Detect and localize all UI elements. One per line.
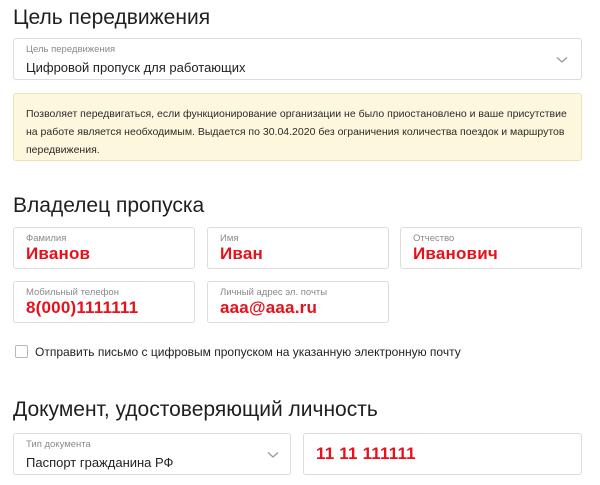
purpose-section-title: Цель передвижения (13, 6, 211, 29)
purpose-select[interactable]: Цель передвижения Цифровой пропуск для р… (13, 38, 582, 80)
email-value: aaa@aaa.ru (220, 298, 318, 317)
purpose-select-label: Цель передвижения (26, 44, 116, 55)
document-type-select[interactable]: Тип документа Паспорт гражданина РФ (13, 433, 291, 475)
purpose-notice: Позволяет передвигаться, если функционир… (13, 93, 582, 161)
phone-field[interactable]: Мобильный телефон 8(000)1111111 (13, 281, 195, 323)
email-field[interactable]: Личный адрес эл. почты aaa@aaa.ru (207, 281, 389, 323)
phone-label: Мобильный телефон (26, 287, 119, 298)
owner-section-title: Владелец пропуска (13, 194, 205, 217)
name-field[interactable]: Имя Иван (207, 227, 389, 269)
document-type-label: Тип документа (26, 439, 91, 450)
surname-label: Фамилия (26, 233, 67, 244)
surname-value: Иванов (26, 244, 91, 263)
patronymic-field[interactable]: Отчество Иванович (400, 227, 582, 269)
email-label: Личный адрес эл. почты (220, 287, 328, 298)
name-value: Иван (220, 244, 263, 263)
document-number-field[interactable]: 11 11 111111 (303, 433, 582, 475)
document-number-value: 11 11 111111 (316, 444, 416, 463)
patronymic-value: Иванович (413, 244, 498, 263)
surname-field[interactable]: Фамилия Иванов (13, 227, 195, 269)
chevron-down-icon[interactable] (267, 451, 279, 459)
phone-value: 8(000)1111111 (26, 298, 139, 317)
chevron-down-icon[interactable] (556, 56, 568, 64)
document-section-title: Документ, удостоверяющий личность (13, 398, 378, 421)
patronymic-label: Отчество (413, 233, 455, 244)
purpose-select-value: Цифровой пропуск для работающих (26, 60, 246, 75)
send-email-checkbox-label[interactable]: Отправить письмо с цифровым пропуском на… (35, 345, 461, 359)
send-email-checkbox[interactable] (15, 345, 28, 358)
document-type-value: Паспорт гражданина РФ (26, 455, 174, 470)
name-label: Имя (220, 233, 239, 244)
